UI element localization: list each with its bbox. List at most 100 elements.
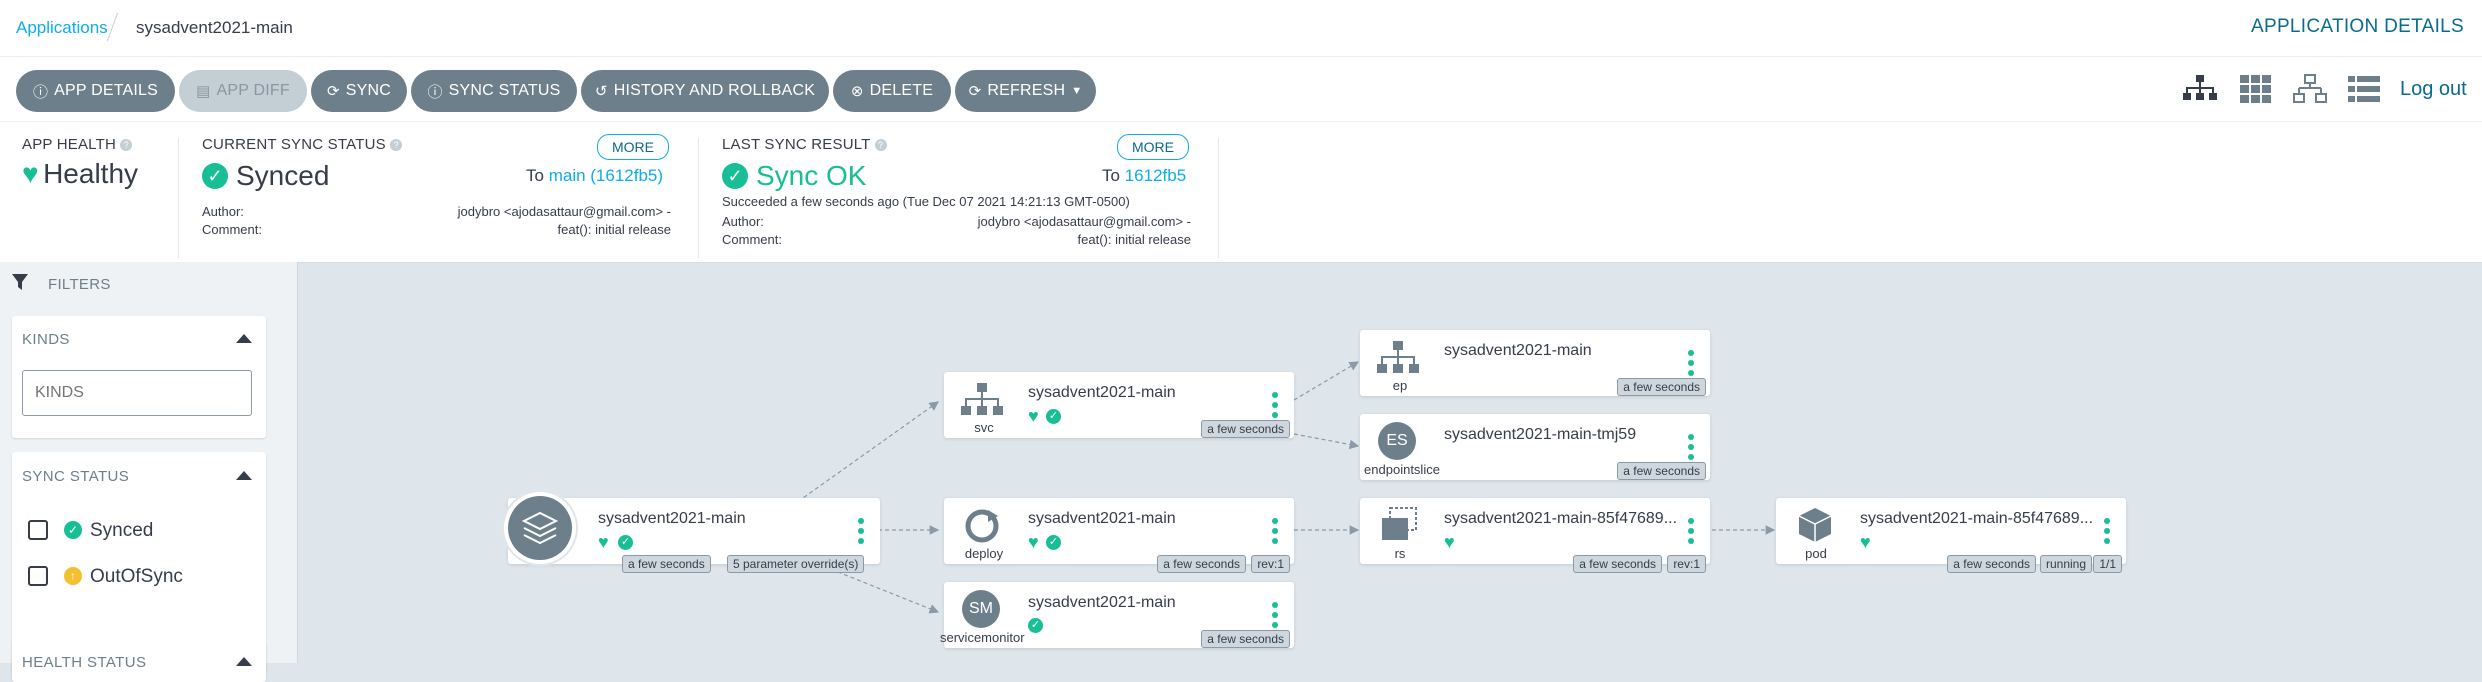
ep-node[interactable]: ep sysadvent2021-main a few seconds <box>1360 330 1710 396</box>
pod-node[interactable]: pod sysadvent2021-main-85f47689... ♥ a f… <box>1776 498 2126 573</box>
more-menu-icon[interactable] <box>1688 518 1694 548</box>
divider <box>698 138 699 258</box>
sync-button[interactable]: ⟳ SYNC <box>311 70 407 112</box>
heart-icon: ♥ <box>1444 532 1455 552</box>
refresh-icon: ⟳ <box>968 83 982 100</box>
toolbar: ⓘ APP DETAILS ▤ APP DIFF ⟳ SYNC ⓘ SYNC STATU… <box>0 57 2482 121</box>
outofsync-checkbox[interactable] <box>28 566 48 586</box>
kinds-panel: KINDS <box>12 316 266 438</box>
svc-node[interactable]: svc sysadvent2021-main ♥ ✓ a few seconds <box>944 372 1294 438</box>
heart-icon: ♥ <box>1860 532 1871 552</box>
age-badge: a few seconds <box>1201 420 1290 438</box>
history-rollback-button[interactable]: ↺ HISTORY AND ROLLBACK <box>581 70 829 112</box>
filter-icon[interactable] <box>11 272 29 292</box>
collapse-icon[interactable] <box>236 471 252 480</box>
age-badge: a few seconds <box>1617 378 1706 396</box>
app-stack-icon <box>508 496 572 560</box>
heart-icon: ♥ <box>1028 532 1039 552</box>
revision-badge: rev:1 <box>1251 555 1290 573</box>
age-badge: a few seconds <box>1947 555 2036 573</box>
info-icon: ⓘ <box>427 83 443 101</box>
rs-node[interactable]: rs sysadvent2021-main-85f47689... ♥ a fe… <box>1360 498 1710 573</box>
more-menu-icon[interactable] <box>1272 392 1278 422</box>
heart-icon: ♥ <box>598 532 609 552</box>
sync-more-button[interactable]: MORE <box>597 134 669 160</box>
more-menu-icon[interactable] <box>1272 518 1278 548</box>
app-health-value: ♥ Healthy <box>22 158 139 189</box>
check-circle-icon: ✓ <box>722 163 748 189</box>
caret-down-icon: ▼ <box>1071 85 1083 97</box>
collapse-icon[interactable] <box>236 334 252 343</box>
app-node[interactable]: sysadvent2021-main ♥ ✓ a few seconds 5 p… <box>502 490 880 573</box>
synced-checkbox[interactable] <box>28 520 48 540</box>
app-diff-button[interactable]: ▤ APP DIFF <box>179 70 307 112</box>
deployment-icon <box>965 509 999 543</box>
history-icon: ↺ <box>594 83 608 100</box>
more-menu-icon[interactable] <box>858 518 864 548</box>
more-menu-icon[interactable] <box>1272 602 1278 632</box>
info-icon: ⓘ <box>32 83 49 101</box>
sync-target: To main (1612fb5) <box>526 166 664 185</box>
refresh-button[interactable]: ⟳ REFRESH ▼ <box>955 70 1096 112</box>
current-sync-label: CURRENT SYNC STATUS ? <box>202 136 403 153</box>
app-details-button[interactable]: ⓘ APP DETAILS <box>16 70 175 112</box>
logout-link[interactable]: Log out <box>2400 78 2467 101</box>
heart-icon: ♥ <box>1028 406 1039 426</box>
last-sync-more-button[interactable]: MORE <box>1117 134 1189 160</box>
more-menu-icon[interactable] <box>1688 350 1694 380</box>
author-value: jodybro <ajodasattaur@gmail.com> - <box>457 204 671 219</box>
list-view-icon[interactable] <box>2346 73 2382 105</box>
divider <box>1218 138 1219 258</box>
sync-status-button[interactable]: ⓘ SYNC STATUS <box>411 70 577 112</box>
pod-state-badge: running <box>2039 555 2092 573</box>
overrides-badge: 5 parameter override(s) <box>727 555 865 573</box>
synced-label: Synced <box>90 520 154 541</box>
outofsync-label: OutOfSync <box>90 566 183 587</box>
last-sync-value: ✓ Sync OK <box>722 160 866 192</box>
tree-view-icon[interactable] <box>2182 73 2218 105</box>
check-circle-icon: ✓ <box>1046 409 1061 424</box>
servicemonitor-node[interactable]: SM servicemonitor sysadvent2021-main ✓ a… <box>940 582 1294 648</box>
age-badge: a few seconds <box>622 555 711 573</box>
comment-label: Comment: <box>202 222 262 237</box>
last-comment-label: Comment: <box>722 232 782 247</box>
sync-icon: ⟳ <box>326 83 340 100</box>
sync-status-panel: SYNC STATUS ✓ Synced ↑ OutOfSync <box>12 452 266 674</box>
revision-badge: rev:1 <box>1667 555 1706 573</box>
last-author-value: jodybro <ajodasattaur@gmail.com> - <box>977 214 1191 229</box>
last-sync-revision-link[interactable]: 1612fb5 <box>1125 166 1186 185</box>
collapse-icon[interactable] <box>236 657 252 666</box>
more-menu-icon[interactable] <box>2104 518 2110 548</box>
kinds-title: KINDS <box>22 331 70 348</box>
page-title: APPLICATION DETAILS <box>2251 16 2464 37</box>
last-sync-label: LAST SYNC RESULT ? <box>722 136 887 153</box>
breadcrumb-applications-link[interactable]: Applications <box>16 18 108 38</box>
help-icon[interactable]: ? <box>120 139 133 152</box>
pod-cube-icon <box>1798 508 1832 542</box>
status-panel: APP HEALTH ? ♥ Healthy CURRENT SYNC STAT… <box>0 121 2482 263</box>
endpointslice-node[interactable]: ES endpointslice sysadvent2021-main-tmj5… <box>1360 414 1710 480</box>
filters-sidebar: FILTERS KINDS SYNC STATUS ✓ Synced ↑ Out… <box>0 262 298 682</box>
filters-title: FILTERS <box>48 276 111 293</box>
age-badge: a few seconds <box>1573 555 1662 573</box>
kinds-input[interactable] <box>22 370 252 416</box>
last-sync-target: To 1612fb5 <box>1102 166 1187 185</box>
divider <box>178 138 179 258</box>
edge-svc-ep <box>1293 361 1360 401</box>
deploy-node[interactable]: deploy sysadvent2021-main ♥ ✓ a few seco… <box>944 498 1294 573</box>
pods-view-icon[interactable] <box>2238 73 2274 105</box>
help-icon[interactable]: ? <box>874 139 887 152</box>
age-badge: a few seconds <box>1617 462 1706 480</box>
help-icon[interactable]: ? <box>390 139 403 152</box>
file-icon: ▤ <box>196 83 211 100</box>
resource-tree: sysadvent2021-main ♥ ✓ a few seconds 5 p… <box>298 262 2482 663</box>
top-bar: Applications sysadvent2021-main APPLICAT… <box>0 0 2482 57</box>
edge-svc-endpointslice <box>1293 433 1360 450</box>
delete-button[interactable]: ⊗ DELETE <box>833 70 951 112</box>
sync-revision-link[interactable]: main (1612fb5) <box>549 166 663 185</box>
endpoint-icon <box>1377 341 1419 373</box>
health-status-panel: HEALTH STATUS <box>12 642 266 682</box>
network-view-icon[interactable] <box>2292 73 2328 105</box>
breadcrumb-separator <box>106 12 119 42</box>
more-menu-icon[interactable] <box>1688 434 1694 464</box>
